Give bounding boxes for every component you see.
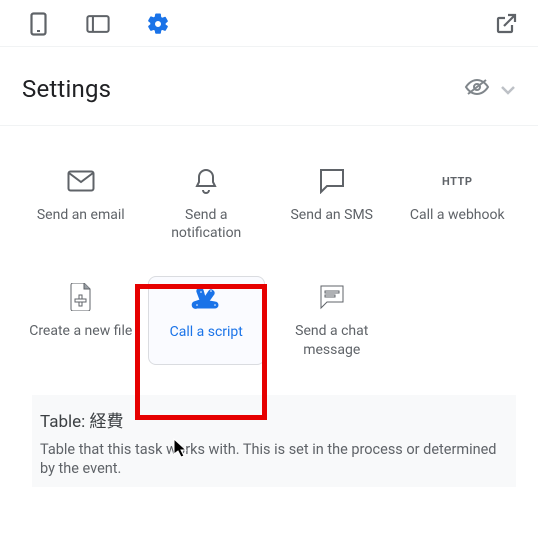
tile-label: Send an SMS — [290, 206, 373, 224]
tile-label: Send a notification — [152, 206, 262, 242]
tablet-icon[interactable] — [86, 12, 110, 36]
tile-call-script[interactable]: Call a script — [148, 276, 266, 364]
task-type-grid: Send an email Send a notification Send a… — [0, 126, 538, 383]
email-icon — [66, 166, 96, 196]
file-plus-icon — [66, 282, 96, 312]
tile-send-chat[interactable]: Send a chat message — [273, 276, 391, 364]
table-info-description: Table that this task works with. This is… — [40, 440, 508, 479]
tile-send-notification[interactable]: Send a notification — [148, 160, 266, 248]
table-info-title: Table: 経費 — [40, 407, 508, 432]
table-info-box: Table: 経費 Table that this task works wit… — [32, 395, 516, 487]
tile-label: Call a script — [170, 323, 243, 341]
chevron-down-icon[interactable] — [500, 80, 516, 99]
open-external-icon[interactable] — [494, 12, 518, 36]
apps-script-icon — [191, 283, 221, 313]
page-title: Settings — [22, 75, 111, 103]
tile-label: Send a chat message — [277, 322, 387, 358]
tile-send-email[interactable]: Send an email — [22, 160, 140, 248]
tile-label: Create a new file — [29, 322, 132, 340]
chat-message-icon — [317, 282, 347, 312]
visibility-off-icon[interactable] — [464, 77, 490, 101]
settings-gear-icon[interactable] — [146, 12, 170, 36]
bell-icon — [191, 166, 221, 196]
tile-send-sms[interactable]: Send an SMS — [273, 160, 391, 248]
tile-call-webhook[interactable]: HTTP Call a webhook — [399, 160, 517, 248]
tile-label: Call a webhook — [410, 206, 505, 224]
chat-bubble-icon — [317, 166, 347, 196]
tile-create-file[interactable]: Create a new file — [22, 276, 140, 364]
settings-header: Settings — [0, 47, 538, 126]
mobile-icon[interactable] — [26, 12, 50, 36]
tile-label: Send an email — [37, 206, 125, 224]
http-icon: HTTP — [442, 166, 472, 196]
top-toolbar — [0, 0, 538, 47]
